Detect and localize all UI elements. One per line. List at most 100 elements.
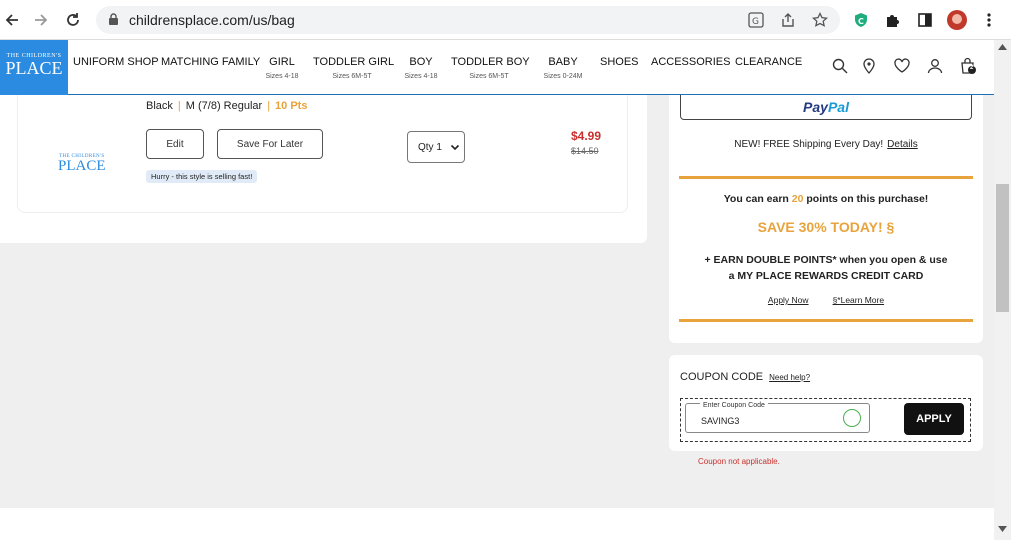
bookmark-star-icon[interactable] (812, 12, 828, 28)
hurry-badge: Hurry - this style is selling fast! (146, 170, 258, 183)
order-summary-card: Pay Pal NEW! FREE Shipping Every Day! Deta… (669, 94, 983, 343)
save-for-later-button[interactable]: Save For Later (217, 129, 323, 159)
extension-shield-button[interactable]: C (849, 8, 873, 32)
favorites-heart-icon[interactable] (893, 57, 911, 75)
nav-toddler-boy[interactable]: TODDLER BOY Sizes 6M-5T (451, 56, 530, 80)
side-panel-icon (918, 13, 932, 27)
nav-label: BOY (409, 56, 433, 68)
coupon-code-input[interactable]: Enter Coupon Code SAVING3 (685, 402, 870, 433)
cart-button[interactable]: 2 (959, 56, 979, 76)
nav-girl[interactable]: GIRL Sizes 4-18 (263, 56, 301, 80)
coupon-title-text: COUPON CODE (680, 371, 764, 383)
quantity-select[interactable]: Qty 1 (407, 131, 465, 163)
forward-arrow-icon (35, 14, 48, 26)
nav-accessories[interactable]: ACCESSORIES (651, 56, 730, 68)
earn-post: points on this purchase! (803, 193, 929, 205)
need-help-link[interactable]: Need help? (769, 373, 810, 382)
coupon-input-label: Enter Coupon Code (700, 402, 768, 409)
share-icon[interactable] (780, 12, 796, 28)
item-price: $4.99 (571, 129, 602, 143)
avatar-icon (947, 10, 967, 30)
apply-now-link[interactable]: Apply Now (768, 295, 809, 305)
thumb-logo-line2: PLACE (58, 158, 106, 174)
coupon-form: Enter Coupon Code SAVING3 APPLY (680, 398, 971, 442)
cart-item-card: ▬ ▬ ▬▬▬▬▬▬▬▬▬ Black|M (7/8) Regular|10 P… (17, 89, 628, 213)
nav-clearance[interactable]: CLEARANCE (735, 56, 802, 68)
logo-line1: THE CHILDREN'S (6, 53, 62, 59)
shipping-text: NEW! FREE Shipping Every Day! (734, 139, 884, 150)
next-section-card (0, 508, 994, 540)
nav-boy[interactable]: BOY Sizes 4-18 (402, 56, 440, 80)
svg-text:C: C (858, 17, 864, 26)
site-header: THE CHILDREN'S PLACE UNIFORM SHOP MATCHI… (0, 40, 994, 95)
nav-baby[interactable]: BABY Sizes 0-24M (540, 56, 586, 80)
save-today-banner: SAVE 30% TODAY! § (757, 219, 895, 235)
coupon-card: COUPON CODE Need help? Enter Coupon Code … (669, 355, 983, 451)
paypal-logo-part1: Pay (803, 98, 828, 115)
nav-matching-family[interactable]: MATCHING FAMILY (161, 56, 260, 68)
account-user-icon[interactable] (926, 57, 944, 75)
nav-toddler-girl[interactable]: TODDLER GIRL Sizes 6M-5T (313, 56, 395, 80)
reload-icon (67, 13, 79, 26)
lock-icon (109, 13, 118, 25)
nav-sub: Sizes 4-18 (265, 73, 299, 80)
quantity-value: Qty 1 (418, 141, 442, 153)
nav-label: GIRL (269, 56, 295, 68)
translate-icon[interactable]: G (748, 12, 764, 28)
nav-uniform-shop[interactable]: UNIFORM SHOP (73, 56, 159, 68)
item-variant: Black | M (7/8) Regular | 10 Pts (146, 100, 307, 112)
earn-pre: You can earn (723, 193, 792, 205)
address-bar[interactable]: childrensplace.com/us/bag G (96, 6, 840, 34)
scroll-down-icon[interactable] (998, 526, 1007, 532)
url-text: childrensplace.com/us/bag (129, 12, 295, 28)
forward-button[interactable] (29, 8, 53, 32)
scrollbar-thumb[interactable] (996, 184, 1009, 312)
item-original-price: $14.50 (571, 146, 599, 156)
back-arrow-icon (5, 14, 18, 26)
paypal-button[interactable]: Pay Pal (680, 94, 972, 120)
nav-label: MATCHING FAMILY (161, 56, 261, 68)
edit-button[interactable]: Edit (146, 129, 204, 159)
coupon-input-value: SAVING3 (701, 416, 740, 426)
paypal-logo-part2: Pal (827, 98, 849, 115)
kebab-menu-icon (987, 13, 991, 27)
side-panel-button[interactable] (913, 8, 937, 32)
item-thumbnail[interactable]: THE CHILDREN'S PLACE (58, 154, 106, 174)
nav-label: CLEARANCE (735, 56, 803, 68)
extensions-button[interactable] (881, 8, 905, 32)
store-locator-pin-icon[interactable] (860, 57, 878, 75)
page-viewport: THE CHILDREN'S PLACE UNIFORM SHOP MATCHI… (0, 40, 994, 540)
nav-label: ACCESSORIES (651, 56, 731, 68)
variant-separator: | (267, 100, 271, 112)
item-size: M (7/8) Regular (185, 100, 263, 112)
shield-icon: C (855, 13, 867, 27)
nav-label: SHOES (600, 56, 639, 68)
nav-sub: Sizes 0-24M (543, 73, 583, 80)
coupon-title: COUPON CODE Need help? (680, 371, 810, 383)
nav-sub: Sizes 6M-5T (332, 73, 372, 80)
shipping-details-link[interactable]: Details (887, 139, 918, 150)
reload-button[interactable] (61, 8, 85, 32)
nav-sub: Sizes 4-18 (404, 73, 438, 80)
profile-avatar-button[interactable] (945, 8, 969, 32)
nav-label: TODDLER GIRL (313, 56, 395, 68)
double-line2: a MY PLACE REWARDS CREDIT CARD (728, 270, 924, 282)
coupon-error-message: Coupon not applicable. (698, 457, 780, 466)
site-logo[interactable]: THE CHILDREN'S PLACE (0, 40, 68, 95)
apply-coupon-button[interactable]: APPLY (904, 403, 964, 435)
scroll-up-icon[interactable] (998, 44, 1007, 50)
learn-more-link[interactable]: §*Learn More (833, 295, 885, 305)
browser-menu-button[interactable] (977, 8, 1001, 32)
credit-card-links: Apply Now §*Learn More (669, 295, 983, 305)
nav-label: UNIFORM SHOP (73, 56, 159, 68)
chevron-down-icon (450, 144, 459, 151)
back-button[interactable] (0, 8, 24, 32)
search-icon[interactable] (831, 57, 849, 75)
promo-divider-top (679, 176, 973, 179)
loading-ring-icon (843, 409, 861, 427)
item-points: 10 Pts (275, 100, 308, 112)
double-points-text: + EARN DOUBLE POINTS* when you open & us… (684, 252, 968, 284)
nav-shoes[interactable]: SHOES (600, 56, 639, 68)
shopping-bag-icon (961, 57, 976, 74)
earn-points-number: 20 (791, 193, 804, 205)
